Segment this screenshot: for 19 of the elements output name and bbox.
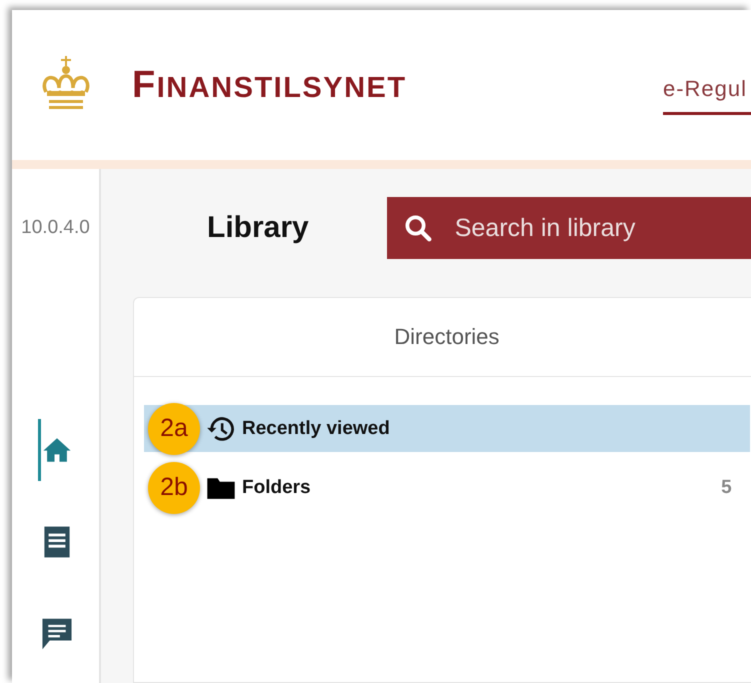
directory-row[interactable]: 2a Recently viewed — [144, 405, 750, 452]
directory-row[interactable]: 2b Folders 5 — [144, 464, 750, 511]
document-icon — [43, 525, 71, 559]
row-label: Folders — [242, 476, 311, 498]
callout-badge: 2b — [148, 462, 200, 514]
logo-text: FINANSTILSYNET — [132, 64, 407, 106]
search-field[interactable]: Search in library — [386, 197, 751, 259]
callout-badge: 2a — [148, 402, 200, 454]
row-label: Recently viewed — [242, 418, 390, 440]
item-count: 5 — [721, 476, 732, 498]
folder-icon — [206, 476, 236, 500]
home-icon — [42, 437, 72, 463]
search-icon — [402, 213, 433, 243]
history-icon — [206, 414, 236, 442]
card-title: Directories — [394, 324, 500, 350]
nav-tab[interactable]: e-Regul — [662, 76, 751, 114]
page-title: Library — [207, 211, 309, 245]
version-label: 10.0.4.0 — [21, 217, 90, 239]
message-icon — [41, 617, 73, 651]
